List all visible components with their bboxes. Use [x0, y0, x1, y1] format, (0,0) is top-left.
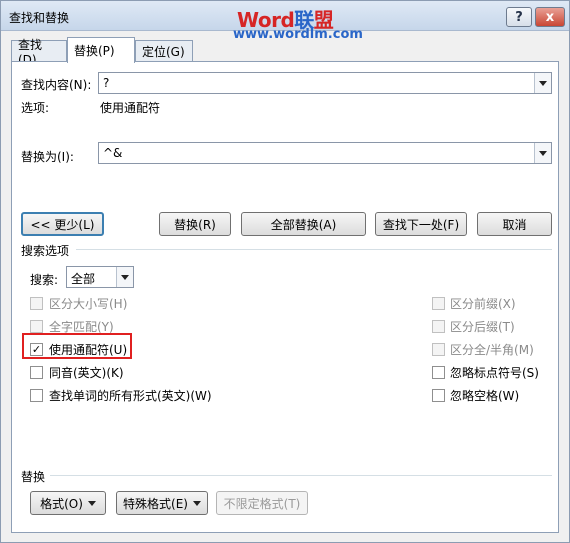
- find-replace-dialog: 查找和替换 Word联盟 www.wordlm.com ? x 查找(D) 替换…: [0, 0, 570, 543]
- replace-all-button[interactable]: 全部替换(A): [241, 212, 366, 236]
- ignore-whitespace-checkbox[interactable]: [432, 389, 445, 402]
- special-button[interactable]: 特殊格式(E): [116, 491, 208, 515]
- replace-section-divider: [50, 475, 552, 476]
- title-bar[interactable]: 查找和替换 Word联盟 www.wordlm.com ? x: [1, 1, 569, 42]
- checkmark-icon: ✓: [31, 343, 42, 356]
- chevron-down-icon: [87, 500, 96, 506]
- no-formatting-button[interactable]: 不限定格式(T): [216, 491, 308, 515]
- match-suffix-checkbox[interactable]: [432, 320, 445, 333]
- find-input[interactable]: ?: [98, 72, 552, 94]
- options-label: 选项:: [21, 101, 50, 115]
- search-direction-value: 全部: [71, 272, 96, 286]
- all-word-forms-checkbox[interactable]: [30, 389, 43, 402]
- replace-dropdown-arrow[interactable]: [534, 143, 551, 163]
- tab-goto[interactable]: 定位(G): [135, 40, 193, 62]
- ignore-punctuation-checkbox[interactable]: [432, 366, 445, 379]
- cancel-button[interactable]: 取消: [477, 212, 552, 236]
- match-width-label: 区分全/半角(M): [450, 343, 534, 357]
- chevron-down-icon: [539, 80, 547, 86]
- chevron-down-icon: [539, 150, 547, 156]
- search-options-heading: 搜索选项: [21, 244, 70, 258]
- chevron-down-icon: [192, 500, 201, 506]
- find-next-button[interactable]: 查找下一处(F): [375, 212, 467, 236]
- search-direction-select[interactable]: 全部: [66, 266, 134, 288]
- help-button[interactable]: ?: [506, 7, 532, 27]
- match-prefix-label: 区分前缀(X): [450, 297, 516, 311]
- all-word-forms-label: 查找单词的所有形式(英文)(W): [49, 389, 212, 403]
- search-direction-arrow[interactable]: [116, 267, 133, 287]
- close-button[interactable]: x: [535, 7, 565, 27]
- tab-replace[interactable]: 替换(P): [67, 37, 135, 63]
- replace-input[interactable]: ^&: [98, 142, 552, 164]
- sounds-like-label: 同音(英文)(K): [49, 366, 124, 380]
- match-suffix-label: 区分后缀(T): [450, 320, 515, 334]
- find-dropdown-arrow[interactable]: [534, 73, 551, 93]
- match-case-checkbox[interactable]: [30, 297, 43, 310]
- ignore-punctuation-label: 忽略标点符号(S): [450, 366, 539, 380]
- whole-word-checkbox[interactable]: [30, 320, 43, 333]
- match-prefix-checkbox[interactable]: [432, 297, 445, 310]
- replace-section-heading: 替换: [21, 470, 46, 484]
- special-button-label: 特殊格式(E): [123, 496, 188, 511]
- replace-label: 替换为(I):: [21, 150, 74, 164]
- wildcards-label: 使用通配符(U): [49, 343, 128, 357]
- replace-value: ^&: [103, 146, 123, 160]
- options-value: 使用通配符: [100, 101, 161, 115]
- tab-find[interactable]: 查找(D): [11, 38, 67, 67]
- sounds-like-checkbox[interactable]: [30, 366, 43, 379]
- chevron-down-icon: [121, 274, 129, 280]
- search-direction-label: 搜索:: [30, 273, 59, 287]
- watermark-url: www.wordlm.com: [233, 27, 363, 42]
- replace-button[interactable]: 替换(R): [159, 212, 231, 236]
- replace-panel: 查找内容(N): ? 选项: 使用通配符 替换为(I): ^& << 更少(L)…: [11, 61, 559, 533]
- format-button[interactable]: 格式(O): [30, 491, 106, 515]
- find-label: 查找内容(N):: [21, 78, 92, 92]
- find-value: ?: [103, 76, 110, 90]
- ignore-whitespace-label: 忽略空格(W): [450, 389, 520, 403]
- window-title: 查找和替换: [9, 11, 70, 25]
- match-case-label: 区分大小写(H): [49, 297, 128, 311]
- wildcards-checkbox[interactable]: ✓: [30, 343, 43, 356]
- search-options-divider: [76, 249, 552, 250]
- match-width-checkbox[interactable]: [432, 343, 445, 356]
- format-button-label: 格式(O): [40, 496, 83, 511]
- less-button[interactable]: << 更少(L): [21, 212, 104, 236]
